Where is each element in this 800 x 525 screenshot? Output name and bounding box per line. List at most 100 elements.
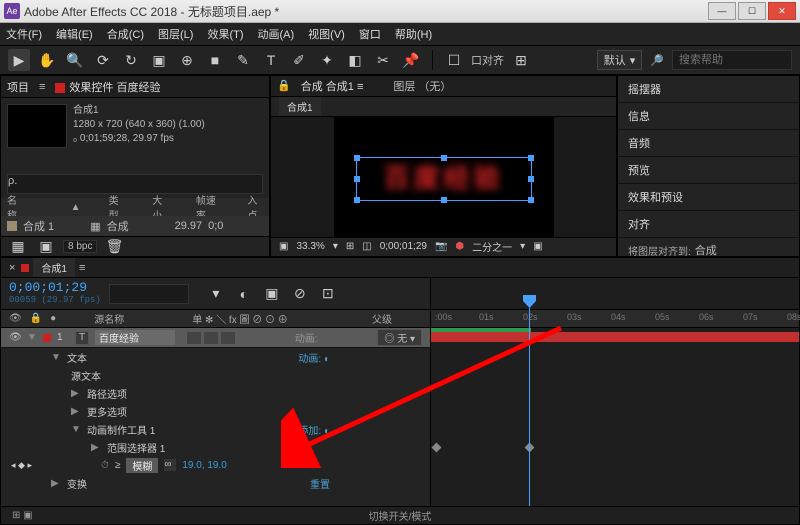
- layer-name[interactable]: 百度经验: [95, 330, 175, 345]
- layer-tab-none[interactable]: 图层 （无）: [393, 78, 451, 94]
- menu-help[interactable]: 帮助(H): [395, 26, 432, 42]
- twirl-icon[interactable]: ▼: [27, 332, 37, 343]
- bit-depth[interactable]: 8 bpc: [63, 240, 97, 253]
- toggle-switches-button[interactable]: 切换开关/模式: [369, 508, 432, 523]
- comp-sub-tab[interactable]: 合成1: [279, 97, 321, 116]
- rotate-tool-icon[interactable]: ↻: [120, 49, 142, 71]
- brush-tool-icon[interactable]: ✐: [288, 49, 310, 71]
- close-tab-icon[interactable]: ×: [9, 262, 15, 274]
- timeline-tracks[interactable]: :00s 01s 02s 03s 04s 05s 06s 07s 08s: [431, 278, 799, 506]
- align-to-value[interactable]: 合成: [695, 242, 717, 258]
- snapping-options-icon[interactable]: ⊞: [510, 49, 532, 71]
- tl-icon-3[interactable]: ▣: [261, 283, 283, 305]
- shape-tool-icon[interactable]: ■: [204, 49, 226, 71]
- menu-layer[interactable]: 图层(L): [158, 26, 193, 42]
- panel-align[interactable]: 对齐: [618, 211, 799, 238]
- menu-composition[interactable]: 合成(C): [107, 26, 144, 42]
- menu-animation[interactable]: 动画(A): [258, 26, 295, 42]
- panel-effects-presets[interactable]: 效果和预设: [618, 184, 799, 211]
- animate-button[interactable]: 动画: ◐: [298, 350, 330, 365]
- orbit-tool-icon[interactable]: ⟳: [92, 49, 114, 71]
- resolution-dropdown[interactable]: 二分之一: [472, 239, 512, 254]
- current-timecode[interactable]: 0;00;01;29: [9, 282, 101, 294]
- viewer-mask-icon[interactable]: ▣: [279, 241, 288, 252]
- workspace-dropdown[interactable]: 默认 ▾: [597, 50, 643, 70]
- menu-edit[interactable]: 编辑(E): [56, 26, 93, 42]
- minimize-button[interactable]: —: [708, 2, 736, 20]
- tab-composition-viewer[interactable]: 合成 合成1 ≡: [301, 78, 364, 94]
- lock-icon[interactable]: 🔒: [277, 79, 291, 92]
- tl-icon-1[interactable]: ▾: [205, 283, 227, 305]
- panel-preview[interactable]: 预览: [618, 157, 799, 184]
- add-button[interactable]: 添加: ◐: [298, 422, 330, 437]
- menu-window[interactable]: 窗口: [359, 26, 381, 42]
- twirl-transform[interactable]: ▶变换 重置: [1, 474, 430, 492]
- selection-bounding-box[interactable]: [356, 157, 532, 201]
- color-icon[interactable]: ⬢: [455, 241, 464, 252]
- twirl-more-options[interactable]: ▶更多选项: [1, 402, 430, 420]
- twirl-range-selector[interactable]: ▶范围选择器 1: [1, 438, 430, 456]
- twirl-text[interactable]: ▼文本 动画: ◐: [1, 348, 430, 366]
- anchor-tool-icon[interactable]: ⊕: [176, 49, 198, 71]
- tl-icon-4[interactable]: ⊘: [289, 283, 311, 305]
- channels-icon[interactable]: ◫: [362, 241, 371, 252]
- menu-file[interactable]: 文件(F): [6, 26, 42, 42]
- layer-color-chip[interactable]: [43, 334, 51, 342]
- timeline-search-input[interactable]: [109, 284, 189, 304]
- layer-row-1[interactable]: 👁 ▼ 1 T 百度经验 动画: ◎ 无 ▾: [1, 328, 430, 348]
- twirl-path-options[interactable]: ▶路径选项: [1, 384, 430, 402]
- parent-dropdown[interactable]: ◎ 无 ▾: [377, 329, 422, 346]
- project-row-comp1[interactable]: 合成 1 ▦ 合成 29.97 0;0: [1, 216, 269, 236]
- snap-toggle[interactable]: ☐: [443, 49, 465, 71]
- col-eye-icon[interactable]: 👁: [9, 313, 22, 324]
- maximize-button[interactable]: ☐: [738, 2, 766, 20]
- menu-effect[interactable]: 效果(T): [207, 26, 243, 42]
- prop-blur[interactable]: ◂ ◆ ▸ ⏱ ≥ 模糊 ∞ 19.0, 19.0: [1, 456, 430, 474]
- project-search-input[interactable]: ρ.: [7, 174, 263, 194]
- playhead[interactable]: [529, 308, 530, 506]
- grid-icon[interactable]: ⊞: [346, 241, 354, 252]
- interpret-icon[interactable]: ▦: [7, 236, 29, 258]
- tl-icon-2[interactable]: ◐: [233, 283, 255, 305]
- eraser-tool-icon[interactable]: ◧: [344, 49, 366, 71]
- col-source-name[interactable]: 源名称: [94, 311, 124, 326]
- search-icon[interactable]: 🔎: [650, 54, 664, 67]
- stopwatch-icon[interactable]: ⏱: [101, 460, 109, 471]
- twirl-animator-1[interactable]: ▼动画制作工具 1 添加: ◐: [1, 420, 430, 438]
- link-icon[interactable]: ∞: [164, 459, 176, 471]
- zoom-level[interactable]: 33.3%: [296, 241, 324, 252]
- layer-bar[interactable]: [431, 332, 799, 342]
- type-tool-icon[interactable]: T: [260, 49, 282, 71]
- help-search-input[interactable]: [672, 50, 792, 70]
- panel-audio[interactable]: 音频: [618, 130, 799, 157]
- eye-icon[interactable]: 👁: [9, 332, 21, 343]
- viewer-timecode[interactable]: 0;00;01;29: [380, 241, 427, 252]
- time-ruler[interactable]: :00s 01s 02s 03s 04s 05s 06s 07s 08s: [431, 310, 799, 328]
- playhead-handle-icon[interactable]: [523, 295, 536, 308]
- timeline-tab-comp1[interactable]: 合成1: [33, 258, 75, 277]
- prop-value[interactable]: 19.0, 19.0: [182, 460, 226, 471]
- camera-tool-icon[interactable]: ▣: [148, 49, 170, 71]
- keyframe-start[interactable]: [432, 443, 442, 453]
- pen-tool-icon[interactable]: ✎: [232, 49, 254, 71]
- selection-tool-icon[interactable]: ▶: [8, 49, 30, 71]
- folder-icon[interactable]: ▣: [35, 236, 57, 258]
- puppet-tool-icon[interactable]: 📌: [400, 49, 422, 71]
- tab-effect-controls[interactable]: 效果控件 百度经验: [55, 79, 160, 95]
- tl-icon-5[interactable]: ⊡: [317, 283, 339, 305]
- menu-view[interactable]: 视图(V): [308, 26, 345, 42]
- panel-info[interactable]: 信息: [618, 103, 799, 130]
- snapshot-icon[interactable]: 📷: [435, 241, 447, 252]
- col-parent[interactable]: 父级: [372, 311, 392, 326]
- tab-project[interactable]: 项目: [7, 79, 29, 95]
- zoom-tool-icon[interactable]: 🔍: [64, 49, 86, 71]
- region-icon[interactable]: ▣: [533, 241, 542, 252]
- reset-link[interactable]: 重置: [310, 476, 330, 491]
- stamp-tool-icon[interactable]: ✦: [316, 49, 338, 71]
- prop-source-text[interactable]: 源文本: [1, 366, 430, 384]
- panel-wiggler[interactable]: 摇摆器: [618, 76, 799, 103]
- close-button[interactable]: ✕: [768, 2, 796, 20]
- comp-name[interactable]: 合成1: [73, 104, 205, 118]
- roto-tool-icon[interactable]: ✂: [372, 49, 394, 71]
- footer-icon-1[interactable]: ⊞ ▣: [12, 510, 33, 521]
